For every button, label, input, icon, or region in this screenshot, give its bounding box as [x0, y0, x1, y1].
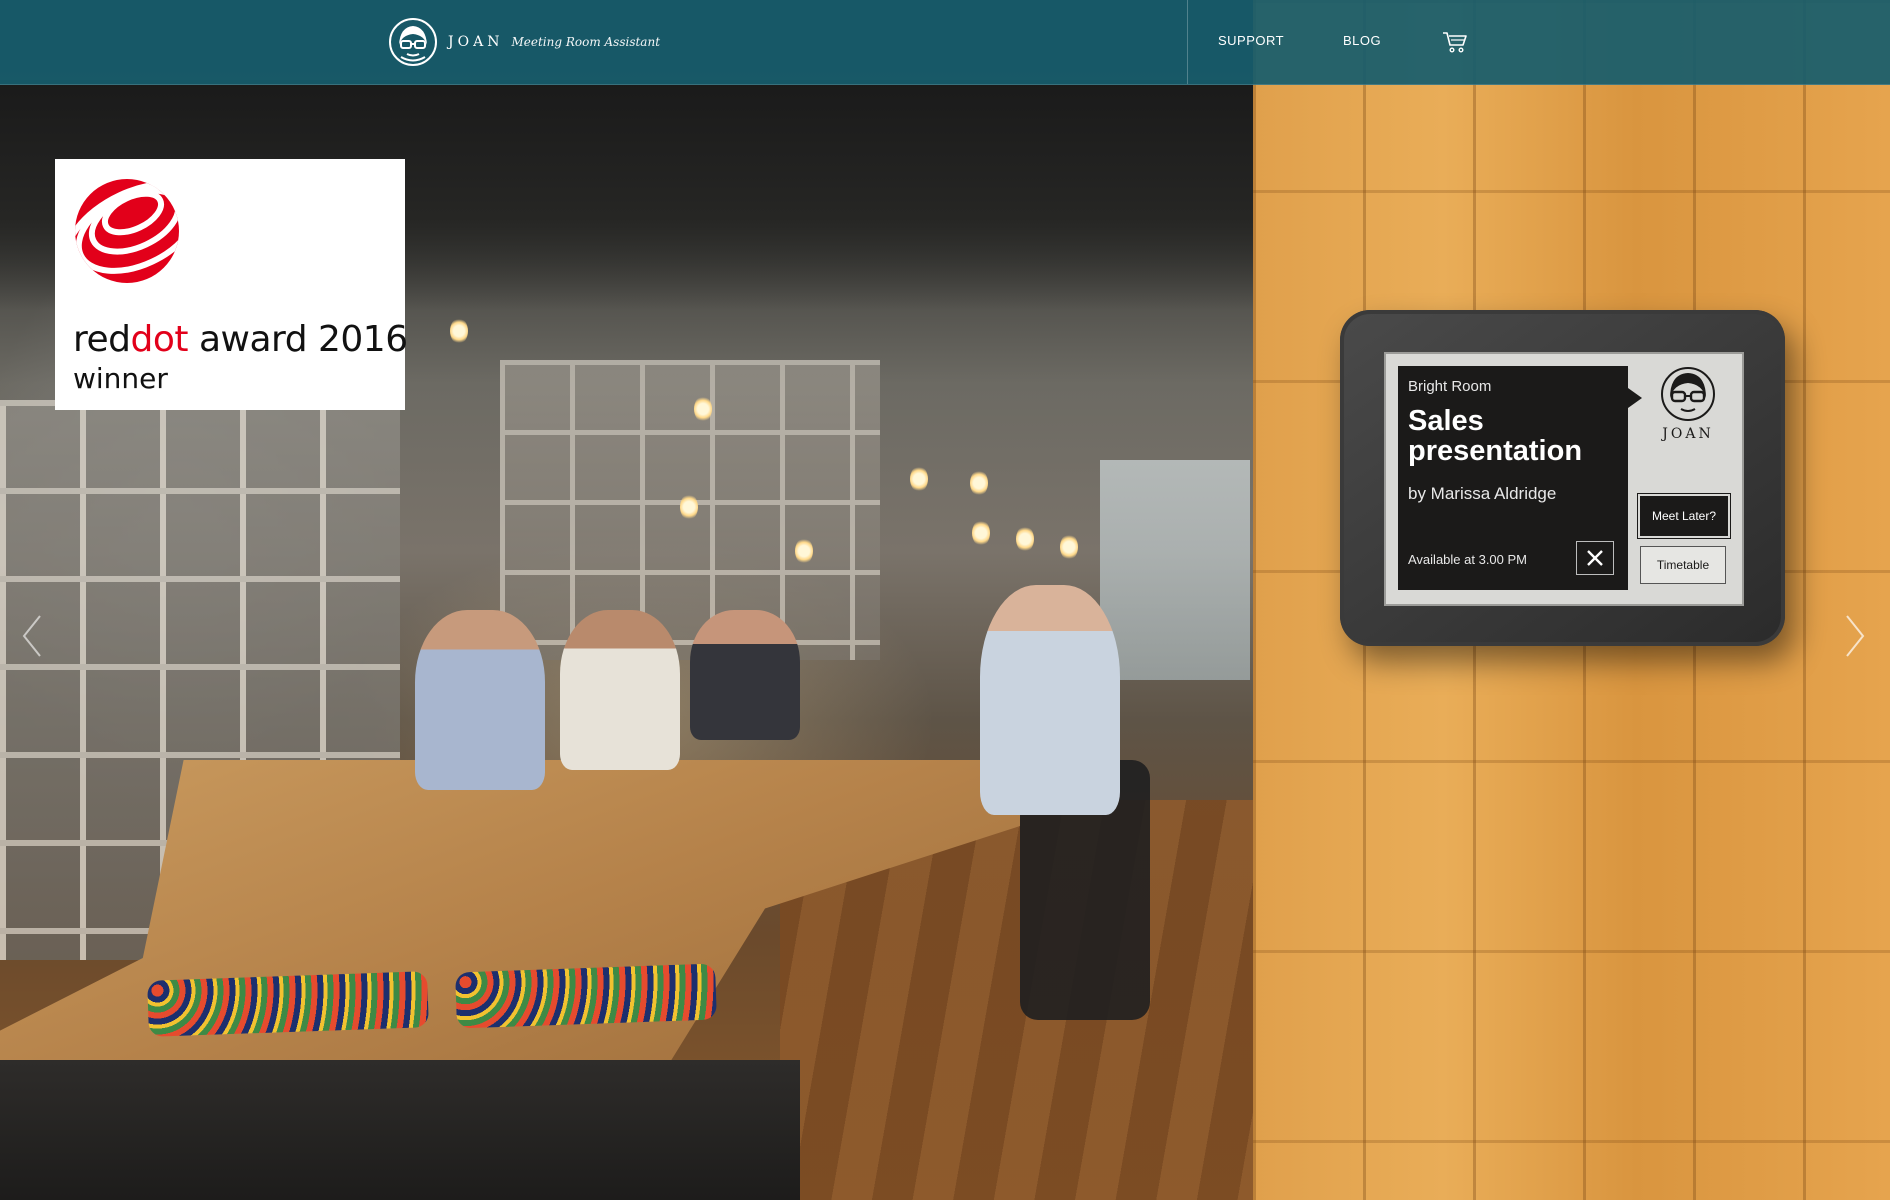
joan-logo-link[interactable]: JOAN Meeting Room Assistant [388, 16, 660, 68]
person [980, 585, 1120, 815]
light-bulb [1060, 534, 1078, 560]
light-bulb [450, 318, 468, 344]
light-bulb [910, 466, 928, 492]
nav-support-link[interactable]: SUPPORT [1218, 33, 1284, 48]
close-button[interactable] [1576, 541, 1614, 575]
availability-text: Available at 3.00 PM [1408, 552, 1527, 567]
award-title-highlight: dot [130, 319, 189, 360]
award-title-prefix: red [73, 319, 131, 360]
joan-face-icon [1661, 367, 1715, 421]
joan-device: Bright Room Sales presentation by Mariss… [1340, 310, 1785, 646]
cushion [455, 963, 717, 1029]
person [560, 610, 680, 770]
shopping-cart-icon[interactable] [1442, 30, 1468, 54]
light-bulb [972, 520, 990, 546]
top-navigation: JOAN Meeting Room Assistant SUPPORT BLOG [0, 0, 1890, 85]
meeting-card: Bright Room Sales presentation by Mariss… [1398, 366, 1642, 590]
logo-tagline: Meeting Room Assistant [511, 35, 661, 49]
light-bulb [680, 494, 698, 520]
light-bulb [795, 538, 813, 564]
award-subtitle: winner [73, 362, 168, 395]
room-name: Bright Room [1408, 378, 1492, 395]
light-bulb [970, 470, 988, 496]
screen-logo-wordmark: JOAN [1662, 426, 1714, 442]
meeting-table-side [0, 1060, 800, 1200]
reddot-award-badge: reddot award 2016 winner [55, 159, 408, 410]
meeting-organizer: by Marissa Aldridge [1408, 484, 1557, 503]
chevron-right-icon[interactable] [1843, 612, 1867, 660]
meet-later-button[interactable]: Meet Later? [1637, 493, 1731, 539]
joan-face-icon [389, 18, 437, 66]
light-bulb [694, 396, 712, 422]
person [690, 610, 800, 740]
light-bulb [1016, 526, 1034, 552]
award-title: reddot award 2016 [73, 319, 408, 360]
nav-blog-link[interactable]: BLOG [1343, 33, 1381, 48]
close-icon [1587, 550, 1603, 566]
timetable-button[interactable]: Timetable [1640, 546, 1726, 584]
nav-divider [1187, 0, 1188, 84]
window [1100, 460, 1250, 680]
chevron-left-icon[interactable] [20, 612, 44, 660]
award-title-suffix: award 2016 [188, 319, 408, 360]
logo-wordmark: JOAN [448, 34, 504, 50]
cushion [147, 971, 429, 1037]
reddot-logo-icon [75, 179, 179, 283]
device-screen: Bright Room Sales presentation by Mariss… [1384, 352, 1744, 606]
person [415, 610, 545, 790]
screen-joan-logo: JOAN [1648, 364, 1728, 454]
meeting-title: Sales presentation [1408, 405, 1583, 467]
